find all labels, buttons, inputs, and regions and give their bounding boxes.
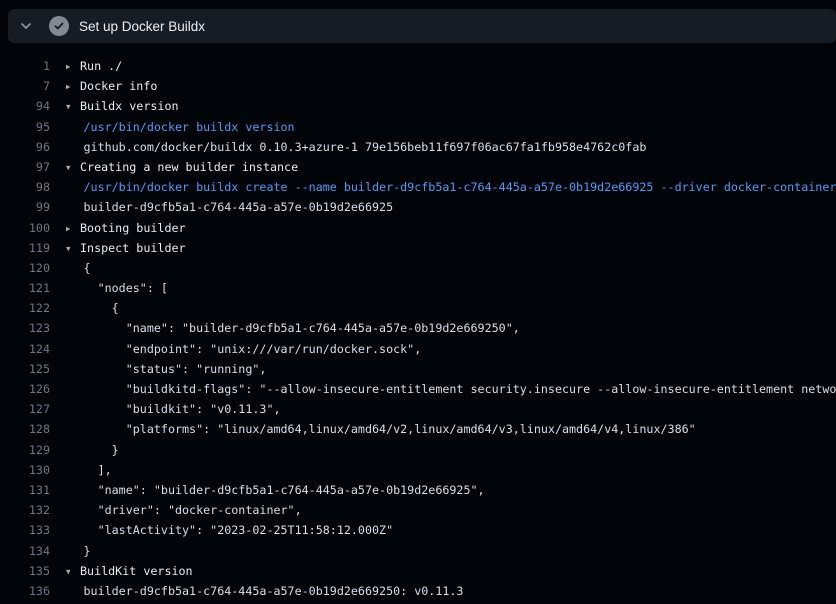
output-text: "status": "running", (84, 362, 267, 376)
line-number[interactable]: 130 (0, 460, 50, 480)
log-line[interactable]: 7 ▶Docker info (0, 76, 836, 96)
log-line: 120 { (0, 258, 836, 278)
output-text: github.com/docker/buildx 0.10.3+azure-1 … (84, 140, 647, 154)
line-number[interactable]: 120 (0, 258, 50, 278)
triangle-down-icon[interactable]: ▼ (66, 158, 80, 177)
group-title[interactable]: Creating a new builder instance (80, 160, 298, 174)
line-number[interactable]: 1 (0, 56, 50, 76)
triangle-right-icon[interactable]: ▶ (66, 57, 80, 76)
line-number[interactable]: 99 (0, 197, 50, 217)
line-number[interactable]: 94 (0, 96, 50, 116)
log-line: 132 "driver": "docker-container", (0, 500, 836, 520)
log-line[interactable]: 94 ▼Buildx version (0, 96, 836, 116)
log-line[interactable]: 135 ▼BuildKit version (0, 561, 836, 581)
log-line: 129 } (0, 440, 836, 460)
line-number[interactable]: 97 (0, 157, 50, 177)
line-number[interactable]: 98 (0, 177, 50, 197)
line-number[interactable]: 126 (0, 379, 50, 399)
log-line: 127 "buildkit": "v0.11.3", (0, 399, 836, 419)
line-number[interactable]: 132 (0, 500, 50, 520)
line-number[interactable]: 135 (0, 561, 50, 581)
triangle-down-icon[interactable]: ▼ (66, 562, 80, 581)
output-text: ], (84, 463, 112, 477)
step-header[interactable]: Set up Docker Buildx (8, 9, 836, 43)
output-text: } (84, 544, 91, 558)
log-line: 134} (0, 541, 836, 561)
triangle-down-icon[interactable]: ▼ (66, 239, 80, 258)
triangle-right-icon[interactable]: ▶ (66, 219, 80, 238)
log-line: 125 "status": "running", (0, 359, 836, 379)
line-number[interactable]: 95 (0, 117, 50, 137)
output-text: "name": "builder-d9cfb5a1-c764-445a-a57e… (84, 321, 520, 335)
log-line: 130 ], (0, 460, 836, 480)
step-title: Set up Docker Buildx (79, 19, 205, 34)
line-number[interactable]: 133 (0, 520, 50, 540)
check-circle-icon (49, 16, 69, 36)
output-text: "platforms": "linux/amd64,linux/amd64/v2… (84, 422, 696, 436)
line-number[interactable]: 128 (0, 419, 50, 439)
log-line: 122 { (0, 298, 836, 318)
log-line: 126 "buildkitd-flags": "--allow-insecure… (0, 379, 836, 399)
line-number[interactable]: 100 (0, 218, 50, 238)
line-number[interactable]: 7 (0, 76, 50, 96)
triangle-down-icon[interactable]: ▼ (66, 97, 80, 116)
output-text: "name": "builder-d9cfb5a1-c764-445a-a57e… (84, 483, 485, 497)
actions-log-viewer: Set up Docker Buildx 1▶Run ./7▶Docker in… (0, 9, 836, 601)
log-line: 124 "endpoint": "unix:///var/run/docker.… (0, 339, 836, 359)
output-text: "nodes": [ (84, 281, 168, 295)
output-text: builder-d9cfb5a1-c764-445a-a57e-0b19d2e6… (84, 584, 464, 598)
line-number[interactable]: 123 (0, 318, 50, 338)
line-number[interactable]: 131 (0, 480, 50, 500)
log-line: 99 builder-d9cfb5a1-c764-445a-a57e-0b19d2… (0, 197, 836, 217)
line-number[interactable]: 119 (0, 238, 50, 258)
log-line[interactable]: 100 ▶Booting builder (0, 218, 836, 238)
log-line: 133 "lastActivity": "2023-02-25T11:58:12… (0, 520, 836, 540)
log-line: 123 "name": "builder-d9cfb5a1-c764-445a-… (0, 318, 836, 338)
chevron-down-icon[interactable] (18, 18, 34, 34)
output-text: "driver": "docker-container", (84, 503, 302, 517)
group-title[interactable]: BuildKit version (80, 564, 193, 578)
line-number[interactable]: 121 (0, 278, 50, 298)
log-line: 128 "platforms": "linux/amd64,linux/amd6… (0, 419, 836, 439)
output-text: } (84, 443, 119, 457)
log-line: 95/usr/bin/docker buildx version (0, 117, 836, 137)
line-number[interactable]: 125 (0, 359, 50, 379)
command-text: /usr/bin/docker buildx version (84, 120, 295, 134)
line-number[interactable]: 124 (0, 339, 50, 359)
line-number[interactable]: 122 (0, 298, 50, 318)
output-text: builder-d9cfb5a1-c764-445a-a57e-0b19d2e6… (84, 200, 394, 214)
output-text: "lastActivity": "2023-02-25T11:58:12.000… (84, 523, 394, 537)
output-text: "buildkit": "v0.11.3", (84, 402, 281, 416)
group-title[interactable]: Buildx version (80, 99, 179, 113)
output-text: { (84, 261, 91, 275)
output-text: { (84, 301, 119, 315)
output-text: "buildkitd-flags": "--allow-insecure-ent… (84, 382, 836, 396)
triangle-right-icon[interactable]: ▶ (66, 77, 80, 96)
command-text: /usr/bin/docker buildx create --name bui… (84, 180, 836, 194)
line-number[interactable]: 96 (0, 137, 50, 157)
log-line: 136 builder-d9cfb5a1-c764-445a-a57e-0b19d… (0, 581, 836, 601)
group-title[interactable]: Booting builder (80, 221, 186, 235)
line-number[interactable]: 136 (0, 581, 50, 601)
log-line[interactable]: 119 ▼Inspect builder (0, 238, 836, 258)
group-title[interactable]: Inspect builder (80, 241, 186, 255)
line-number[interactable]: 129 (0, 440, 50, 460)
output-text: "endpoint": "unix:///var/run/docker.sock… (84, 342, 422, 356)
group-title[interactable]: Docker info (80, 79, 157, 93)
log-line: 98/usr/bin/docker buildx create --name b… (0, 177, 836, 197)
line-number[interactable]: 127 (0, 399, 50, 419)
log-line: 131 "name": "builder-d9cfb5a1-c764-445a-… (0, 480, 836, 500)
group-title[interactable]: Run ./ (80, 59, 122, 73)
log-line[interactable]: 1 ▶Run ./ (0, 56, 836, 76)
log-line[interactable]: 97 ▼Creating a new builder instance (0, 157, 836, 177)
log-line: 121 "nodes": [ (0, 278, 836, 298)
log-line: 96 github.com/docker/buildx 0.10.3+azure-… (0, 137, 836, 157)
line-number[interactable]: 134 (0, 541, 50, 561)
log-lines: 1▶Run ./7▶Docker info94▼Buildx version95… (0, 43, 836, 601)
